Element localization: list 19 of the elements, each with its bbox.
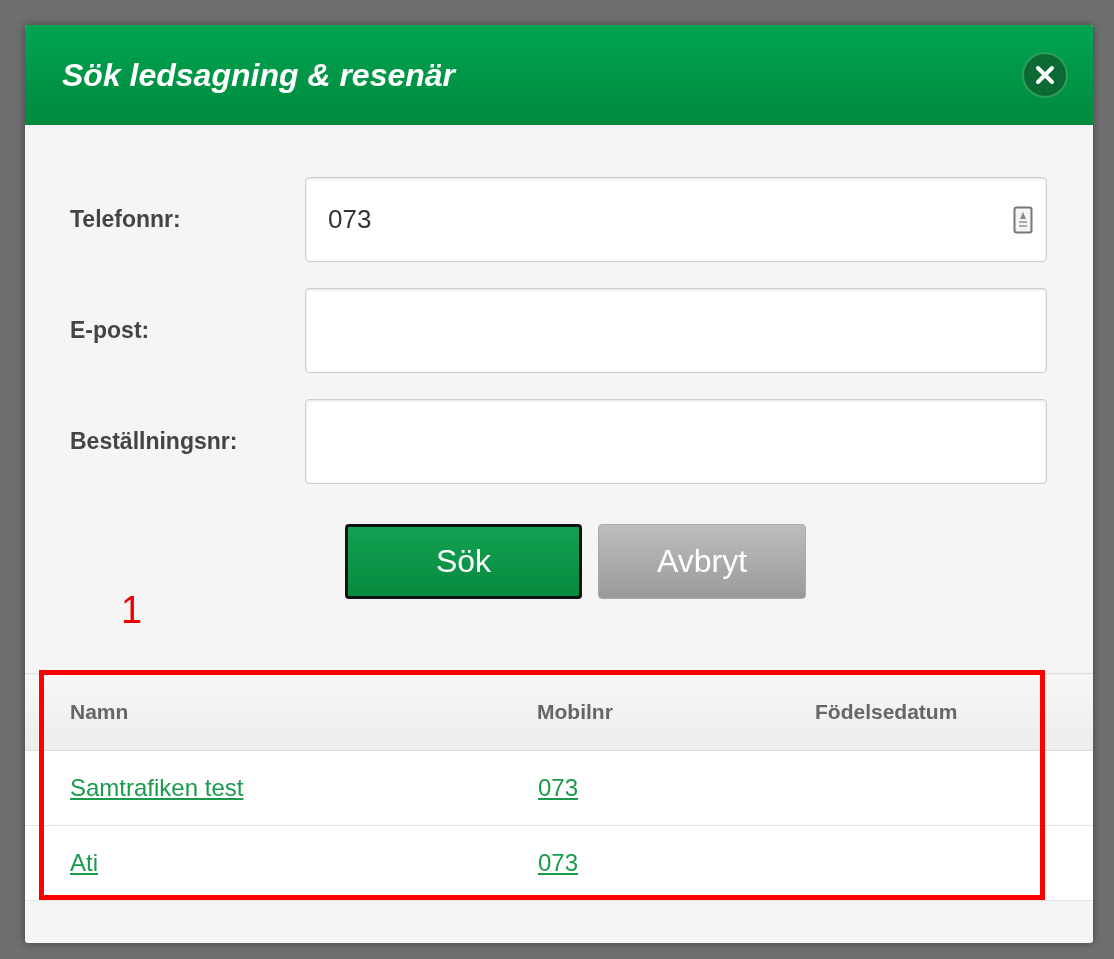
- contact-card-icon: [1013, 206, 1033, 234]
- search-button[interactable]: Sök: [345, 524, 582, 599]
- input-field[interactable]: 073: [305, 177, 1047, 262]
- column-header: Namn: [25, 673, 537, 751]
- close-button[interactable]: [1022, 52, 1068, 98]
- phone-link[interactable]: 073: [538, 849, 579, 876]
- phone-link[interactable]: 073: [538, 774, 579, 801]
- column-header: Födelsedatum: [815, 673, 1093, 751]
- annotation-number: 1: [121, 589, 143, 632]
- field-label: Beställningsnr:: [70, 428, 239, 455]
- field-label: Telefonnr:: [70, 206, 182, 233]
- dialog-title: Sök ledsagning & resenär: [62, 56, 455, 94]
- close-icon: [1035, 65, 1055, 85]
- input-field[interactable]: [305, 399, 1047, 484]
- field-label: E-post:: [70, 317, 151, 344]
- input-field[interactable]: [305, 288, 1047, 373]
- name-link[interactable]: Ati: [70, 849, 98, 876]
- cancel-button[interactable]: Avbryt: [598, 524, 806, 599]
- name-link[interactable]: Samtrafiken test: [70, 774, 244, 801]
